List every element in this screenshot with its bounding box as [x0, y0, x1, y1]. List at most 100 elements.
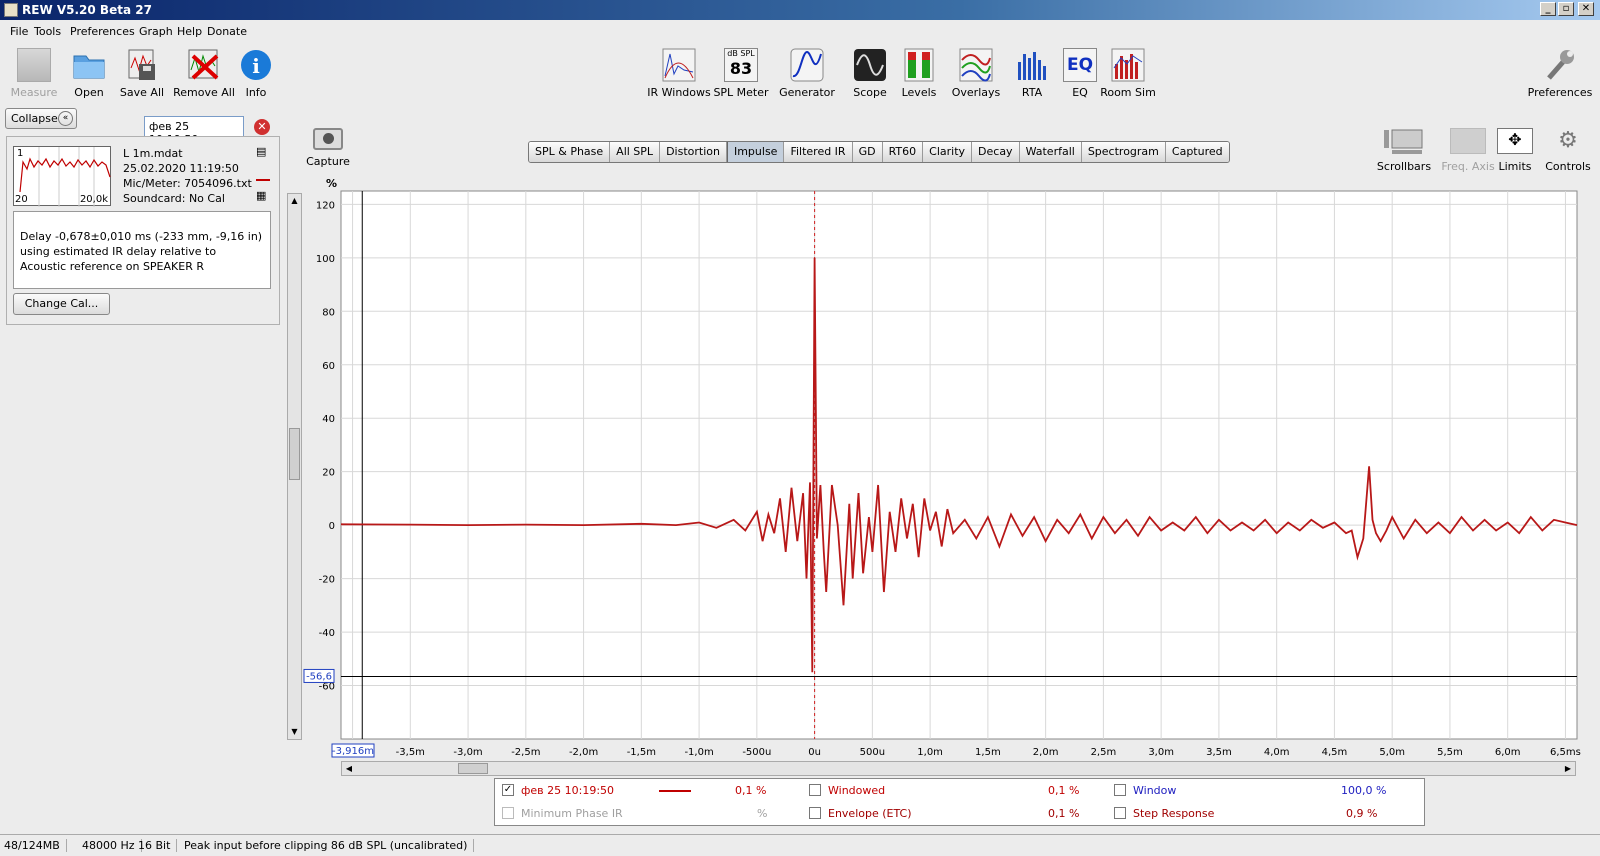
x-tick-label: -2,0m [569, 747, 598, 758]
windowed-value: 0,1 % [1048, 784, 1080, 797]
info-button[interactable]: i Info [224, 48, 288, 99]
close-window-button[interactable]: ✕ [1578, 2, 1594, 16]
x-tick-label: 1,0m [917, 747, 943, 758]
plot-area[interactable] [340, 190, 1578, 740]
ir-windows-button[interactable]: IR Windows [647, 48, 711, 99]
step-response-value: 0,9 % [1346, 807, 1378, 820]
step-response-label: Step Response [1133, 807, 1215, 820]
capture-button[interactable]: Capture [306, 128, 350, 168]
window-checkbox[interactable] [1114, 784, 1126, 796]
collapse-label: Collapse [11, 112, 58, 125]
scroll-down-icon[interactable]: ▼ [289, 726, 300, 738]
tab-captured[interactable]: Captured [1165, 142, 1229, 162]
remove-measurement-icon[interactable]: ✕ [254, 119, 270, 135]
controls-label: Controls [1545, 160, 1591, 173]
horizontal-scroll-thumb[interactable] [458, 763, 488, 774]
x-tick-label: -3,0m [453, 747, 482, 758]
vertical-scroll-thumb[interactable] [289, 428, 300, 480]
ir-windows-icon [662, 48, 696, 82]
measurement-info: L 1m.mdat 25.02.2020 11:19:50 Mic/Meter:… [123, 146, 252, 206]
tab-decay[interactable]: Decay [972, 142, 1020, 162]
generator-icon [790, 48, 824, 82]
measurement-notes[interactable]: Delay -0,678±0,010 ms (-233 mm, -9,16 in… [13, 211, 271, 289]
capture-label: Capture [306, 155, 350, 168]
collapse-button[interactable]: Collapse « [5, 108, 77, 129]
x-tick-label: 4,5m [1322, 747, 1348, 758]
room-sim-button[interactable]: Room Sim [1093, 48, 1163, 99]
x-tick-label: -1,5m [627, 747, 656, 758]
open-label: Open [74, 86, 104, 99]
x-tick-label: 0u [808, 747, 821, 758]
levels-button[interactable]: Levels [887, 48, 951, 99]
y-tick-label: 0 [329, 521, 335, 532]
status-bar: 48/124MB 48000 Hz 16 Bit Peak input befo… [0, 834, 1600, 856]
impulse-chart[interactable]: -4-3,5m-3,0m-2,5m-2,0m-1,5m-1,0m-500u0u5… [300, 186, 1600, 766]
x-tick-label: 1,5m [975, 747, 1001, 758]
envelope-label: Envelope (ETC) [828, 807, 912, 820]
minimize-button[interactable]: _ [1540, 2, 1556, 16]
title-bar: REW V5.20 Beta 27 _ ▫ ✕ [0, 0, 1600, 20]
menu-graph[interactable]: Graph [139, 25, 173, 38]
save-all-button[interactable]: Save All [110, 48, 174, 99]
measurement-thumbnail[interactable]: 1 20 20,0k [13, 146, 111, 207]
step-response-checkbox[interactable] [1114, 807, 1126, 819]
trace-checkbox[interactable]: ✓ [502, 784, 514, 796]
change-cal-button[interactable]: Change Cal... [13, 293, 110, 315]
generator-button[interactable]: Generator [775, 48, 839, 99]
menu-tools[interactable]: Tools [34, 25, 61, 38]
preferences-button[interactable]: Preferences [1525, 48, 1595, 99]
x-tick-label: 5,0m [1379, 747, 1405, 758]
y-tick-label: -60 [319, 682, 335, 693]
menu-file[interactable]: File [10, 25, 28, 38]
y-tick-label: 100 [316, 254, 335, 265]
menu-bar: File Tools Preferences Graph Help Donate [0, 21, 1600, 41]
maximize-button[interactable]: ▫ [1558, 2, 1574, 16]
measurement-date: 25.02.2020 11:19:50 [123, 162, 239, 175]
tab-distortion[interactable]: Distortion [660, 142, 727, 162]
tab-impulse[interactable]: Impulse [726, 142, 785, 162]
tab-clarity[interactable]: Clarity [923, 142, 973, 162]
scroll-up-icon[interactable]: ▲ [289, 195, 300, 207]
scroll-right-icon[interactable]: ▶ [1562, 763, 1574, 774]
spl-meter-icon-caption: dB SPL [727, 49, 755, 58]
measure-label: Measure [10, 86, 58, 99]
menu-preferences[interactable]: Preferences [70, 25, 135, 38]
x-tick-label: 6,0m [1495, 747, 1521, 758]
menu-help[interactable]: Help [177, 25, 202, 38]
preferences-label: Preferences [1527, 86, 1593, 99]
freq-axis-label: Freq. Axis [1441, 160, 1495, 173]
envelope-checkbox[interactable] [809, 807, 821, 819]
controls-button[interactable]: ⚙ Controls [1540, 128, 1596, 173]
y-tick-label: -20 [319, 575, 335, 586]
trace-label: фев 25 10:19:50 [521, 784, 615, 797]
measurement-name-input[interactable]: фев 25 10:19:50 [144, 116, 244, 146]
spl-meter-button[interactable]: dB SPL 83 SPL Meter [709, 48, 773, 99]
line-style-icon[interactable] [256, 167, 270, 181]
freq-axis-button[interactable]: Freq. Axis [1438, 128, 1498, 173]
menu-donate[interactable]: Donate [207, 25, 247, 38]
scroll-left-icon[interactable]: ◀ [343, 763, 355, 774]
scrollbars-button[interactable]: Scrollbars [1374, 128, 1434, 173]
min-phase-checkbox[interactable] [502, 807, 514, 819]
window-value: 100,0 % [1341, 784, 1387, 797]
edit-curve-icon[interactable]: ▤ [256, 145, 270, 159]
tab-filtered-ir[interactable]: Filtered IR [784, 142, 853, 162]
tab-all-spl[interactable]: All SPL [610, 142, 661, 162]
tab-gd[interactable]: GD [852, 142, 883, 162]
room-sim-icon [1111, 48, 1145, 82]
windowed-checkbox[interactable] [809, 784, 821, 796]
tab-spectrogram[interactable]: Spectrogram [1081, 142, 1166, 162]
limits-button[interactable]: ✥ Limits [1492, 128, 1538, 173]
tab-waterfall[interactable]: Waterfall [1019, 142, 1082, 162]
horizontal-scrollbar[interactable]: ◀ ▶ [341, 761, 1576, 776]
x-tick-label: 500u [860, 747, 885, 758]
tab-spl-phase[interactable]: SPL & Phase [529, 142, 611, 162]
freq-axis-icon [1450, 128, 1486, 154]
overlays-button[interactable]: Overlays [944, 48, 1008, 99]
x-tick-label: -3,5m [396, 747, 425, 758]
limits-arrows-icon: ✥ [1497, 128, 1533, 154]
min-phase-value: % [757, 807, 768, 820]
tab-rt60[interactable]: RT60 [882, 142, 924, 162]
notes-icon[interactable]: ▦ [256, 189, 270, 203]
levels-icon [902, 48, 936, 82]
